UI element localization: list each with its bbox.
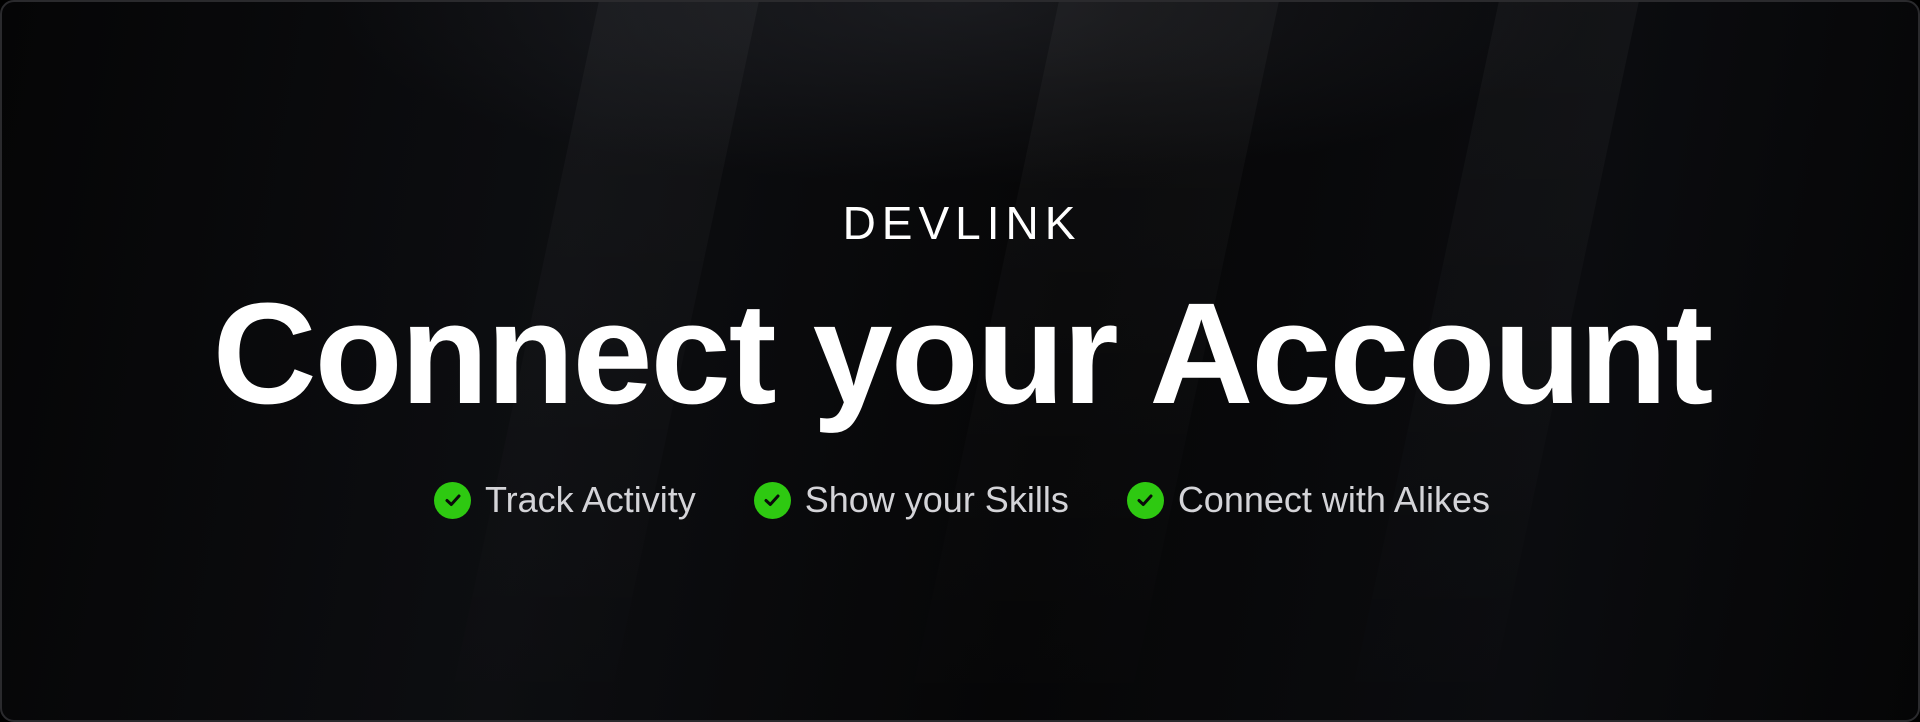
feature-label: Track Activity: [485, 479, 696, 520]
check-circle-icon: [753, 481, 791, 519]
feature-item-connect-alikes: Connect with Alikes: [1126, 478, 1490, 522]
feature-item-track-activity: Track Activity: [434, 478, 696, 522]
check-circle-icon: [1126, 481, 1164, 519]
check-circle-icon: [434, 481, 472, 519]
devlink-logo: DEVLINK: [842, 197, 1082, 249]
feature-item-show-skills: Show your Skills: [753, 478, 1069, 522]
connect-account-banner: DEVLINK Connect your Account Track Activ…: [0, 0, 1920, 722]
feature-label: Show your Skills: [804, 479, 1069, 520]
feature-list: Track Activity Show your Skills Connect …: [2, 478, 1918, 522]
page-title: Connect your Account: [212, 273, 1714, 434]
feature-label: Connect with Alikes: [1177, 479, 1490, 520]
